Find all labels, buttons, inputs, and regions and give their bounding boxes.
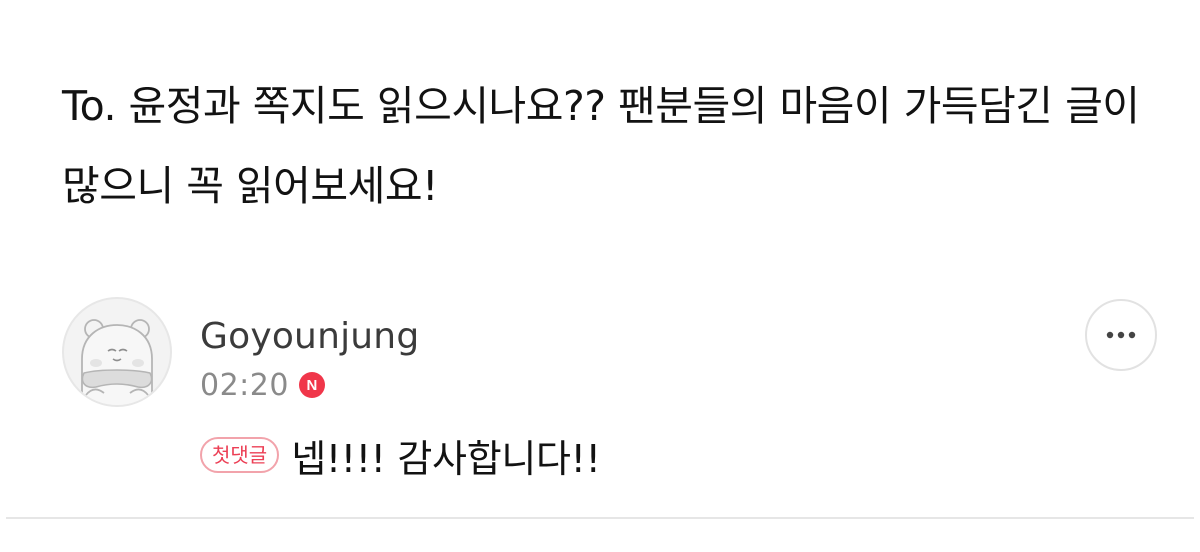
first-comment-badge: 첫댓글 <box>200 437 280 473</box>
comment-body: 첫댓글 넵!!!! 감사합니다!! <box>200 430 601 481</box>
more-dots-icon <box>1106 331 1136 339</box>
comment-page: To. 윤정과 쪽지도 읽으시나요?? 팬분들의 마음이 가득담긴 글이 많으니… <box>0 0 1200 552</box>
comment-text: 넵!!!! 감사합니다!! <box>291 436 601 481</box>
comment-author[interactable]: Goyounjung <box>200 314 419 360</box>
comment-meta: 02:20 N <box>200 362 325 408</box>
comment-time: 02:20 <box>200 367 289 403</box>
bear-avatar-icon <box>81 319 153 405</box>
comment-item: Goyounjung 02:20 N 첫댓글 넵!!!! 감사합니다!! <box>0 0 1200 552</box>
more-options-button[interactable] <box>1085 299 1157 371</box>
divider <box>6 517 1194 519</box>
new-badge: N <box>298 372 325 398</box>
avatar[interactable] <box>62 297 172 407</box>
